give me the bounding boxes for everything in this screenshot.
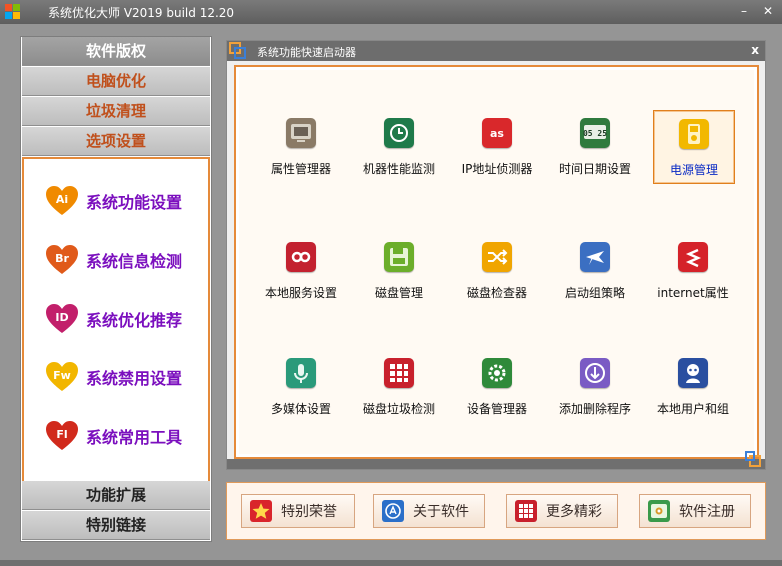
sidebar-item-label: 系统禁用设置 xyxy=(86,369,183,388)
tile-label: 本地服务设置 xyxy=(264,286,337,300)
tile-label: 多媒体设置 xyxy=(270,402,331,416)
tile-label: 磁盘管理 xyxy=(374,286,423,300)
tile-label: 启动组策略 xyxy=(564,286,625,300)
infinity-icon xyxy=(286,242,316,272)
sidebar-tab-copyright[interactable]: 软件版权 xyxy=(22,37,210,66)
register-software-button[interactable]: 软件注册 xyxy=(639,494,751,528)
tile-label: 本地用户和组 xyxy=(656,402,729,416)
sidebar-tab-links[interactable]: 特别链接 xyxy=(22,511,210,540)
tile-label: 磁盘垃圾检测 xyxy=(362,402,435,416)
heart-badge-icon: Fw xyxy=(46,362,78,392)
floppy-disk-icon xyxy=(384,242,414,272)
tile-label: IP地址侦测器 xyxy=(461,162,533,176)
button-label: 更多精彩 xyxy=(546,504,602,520)
quick-launcher-panel: 系统功能快速启动器 x 属性管理器 机器性能监测 as IP地址侦测器 05 2… xyxy=(226,40,766,470)
tile-local-services[interactable]: 本地服务设置 xyxy=(261,234,341,306)
about-software-button[interactable]: 关于软件 xyxy=(373,494,485,528)
tile-label: 添加删除程序 xyxy=(558,402,631,416)
tile-property-manager[interactable]: 属性管理器 xyxy=(261,110,341,182)
window-title: 系统优化大师 V2019 build 12.20 xyxy=(48,6,235,20)
sidebar-item-system-info[interactable]: Br 系统信息检测 xyxy=(46,242,182,278)
shuffle-icon xyxy=(482,242,512,272)
user-icon xyxy=(678,358,708,388)
button-label: 特别荣誉 xyxy=(281,504,337,520)
clock-history-icon xyxy=(384,118,414,148)
windows-logo-icon xyxy=(5,4,21,20)
bottom-action-bar: 特别荣誉 关于软件 更多精彩 软件注册 xyxy=(226,482,766,540)
sidebar-tab-optimize[interactable]: 电脑优化 xyxy=(22,67,210,96)
sidebar-item-system-disable[interactable]: Fw 系统禁用设置 xyxy=(46,359,182,395)
heart-badge-icon: Br xyxy=(46,245,78,275)
sidebar-item-label: 系统信息检测 xyxy=(86,252,183,271)
button-label: 关于软件 xyxy=(413,504,469,520)
svg-text:as: as xyxy=(490,127,504,140)
tile-power-management[interactable]: 电源管理 xyxy=(653,110,735,184)
grid-icon xyxy=(515,500,537,522)
launcher-grid: 属性管理器 机器性能监测 as IP地址侦测器 05 25 时间日期设置 电源管… xyxy=(234,65,759,459)
panel-footer xyxy=(227,451,765,469)
download-icon xyxy=(580,358,610,388)
panel-close-button[interactable]: x xyxy=(751,43,759,57)
panel-header: 系统功能快速启动器 x xyxy=(227,41,765,61)
tile-local-users-groups[interactable]: 本地用户和组 xyxy=(653,350,733,422)
tile-label: 磁盘检查器 xyxy=(466,286,527,300)
tile-multimedia-settings[interactable]: 多媒体设置 xyxy=(261,350,341,422)
panel-corner-icon xyxy=(745,451,761,467)
grid-icon xyxy=(384,358,414,388)
title-bar: 系统优化大师 V2019 build 12.20 – ✕ xyxy=(0,0,782,24)
microphone-icon xyxy=(286,358,316,388)
sidebar-tab-extensions[interactable]: 功能扩展 xyxy=(22,481,210,510)
svg-text:05 25: 05 25 xyxy=(583,129,607,138)
tile-disk-junk-check[interactable]: 磁盘垃圾检测 xyxy=(359,350,439,422)
panel-title: 系统功能快速启动器 xyxy=(257,46,356,59)
sidebar-tab-cleanup[interactable]: 垃圾清理 xyxy=(22,97,210,126)
special-honors-button[interactable]: 特别荣誉 xyxy=(241,494,355,528)
tile-performance-monitor[interactable]: 机器性能监测 xyxy=(359,110,439,182)
close-button[interactable]: ✕ xyxy=(758,2,778,21)
heart-badge-icon: Fl xyxy=(46,421,78,451)
sidebar-options-list: Ai 系统功能设置 Br 系统信息检测 ID 系统优化推荐 Fw 系统禁用设置 xyxy=(22,157,210,483)
button-label: 软件注册 xyxy=(679,504,735,520)
tile-startup-policy[interactable]: 启动组策略 xyxy=(555,234,635,306)
tile-datetime-settings[interactable]: 05 25 时间日期设置 xyxy=(555,110,635,182)
sidebar-item-label: 系统功能设置 xyxy=(86,193,183,212)
airplane-icon xyxy=(580,242,610,272)
tile-label: internet属性 xyxy=(657,286,729,300)
tile-ip-detector[interactable]: as IP地址侦测器 xyxy=(457,110,537,182)
lastfm-s-icon xyxy=(678,242,708,272)
tile-disk-checker[interactable]: 磁盘检查器 xyxy=(457,234,537,306)
tile-label: 设备管理器 xyxy=(466,402,527,416)
more-features-button[interactable]: 更多精彩 xyxy=(506,494,618,528)
appstore-icon xyxy=(382,500,404,522)
gear-icon xyxy=(482,358,512,388)
sidebar-item-system-recommend[interactable]: ID 系统优化推荐 xyxy=(46,301,182,337)
minimize-button[interactable]: – xyxy=(734,2,754,21)
sidebar-item-label: 系统优化推荐 xyxy=(86,311,183,330)
calendar-clock-icon: 05 25 xyxy=(580,118,610,148)
tile-disk-management[interactable]: 磁盘管理 xyxy=(359,234,439,306)
sidebar-item-label: 系统常用工具 xyxy=(86,428,183,447)
tile-label: 时间日期设置 xyxy=(558,162,631,176)
lastfm-icon: as xyxy=(482,118,512,148)
sidebar-item-system-function[interactable]: Ai 系统功能设置 xyxy=(46,183,182,219)
star-icon xyxy=(250,500,272,522)
tile-device-manager[interactable]: 设备管理器 xyxy=(457,350,537,422)
tile-add-remove-programs[interactable]: 添加删除程序 xyxy=(555,350,635,422)
photo-icon xyxy=(648,500,670,522)
tile-label: 机器性能监测 xyxy=(362,162,435,176)
tile-internet-properties[interactable]: internet属性 xyxy=(653,234,733,306)
sidebar-tab-options[interactable]: 选项设置 xyxy=(22,127,210,156)
heart-badge-icon: Ai xyxy=(46,186,78,216)
monitor-icon xyxy=(286,118,316,148)
panel-corner-icon xyxy=(229,42,247,60)
tile-label: 电源管理 xyxy=(669,163,718,177)
heart-badge-icon: ID xyxy=(46,304,78,334)
tile-label: 属性管理器 xyxy=(270,162,331,176)
ipod-icon xyxy=(679,119,709,149)
sidebar: 软件版权 电脑优化 垃圾清理 选项设置 Ai 系统功能设置 Br 系统信息检测 … xyxy=(20,36,212,542)
sidebar-item-system-tools[interactable]: Fl 系统常用工具 xyxy=(46,418,182,454)
